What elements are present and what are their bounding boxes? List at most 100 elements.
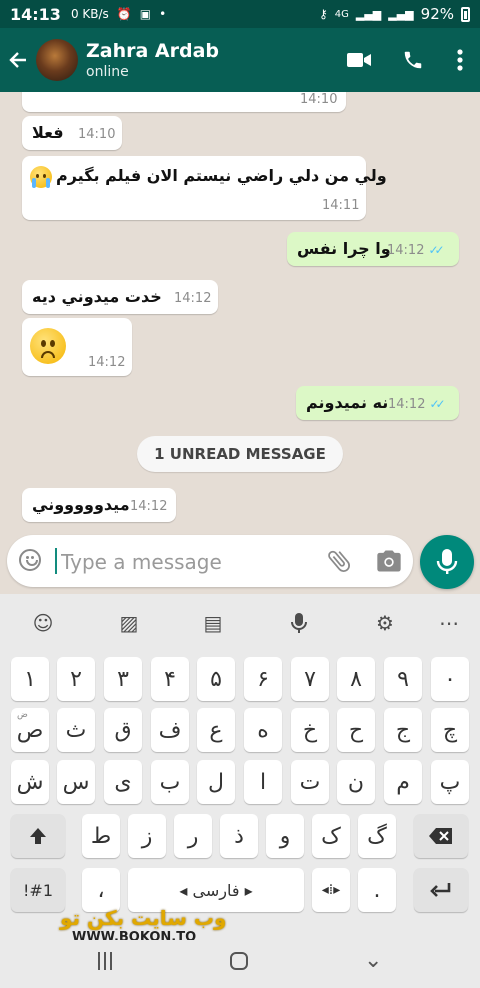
status-time: 14:13 <box>10 4 61 24</box>
avatar[interactable] <box>36 39 78 81</box>
battery-percent: 92% <box>420 5 454 23</box>
key-letter[interactable]: م <box>384 760 422 804</box>
camera-icon[interactable] <box>375 547 403 575</box>
key-letter[interactable]: چ <box>431 708 469 752</box>
key-digit[interactable]: ٧ <box>291 657 329 701</box>
key-letter[interactable]: ل <box>197 760 235 804</box>
unread-divider: 1 UNREAD MESSAGE <box>137 436 343 472</box>
key-letter[interactable]: ه <box>244 708 282 752</box>
key-digit[interactable]: ٠ <box>431 657 469 701</box>
enter-key[interactable] <box>414 868 468 912</box>
frowning-face-icon <box>30 328 66 364</box>
key-letter[interactable]: خ <box>291 708 329 752</box>
key-letter[interactable]: ز <box>128 814 166 858</box>
key-digit[interactable]: ٢ <box>57 657 95 701</box>
backspace-key[interactable] <box>414 814 468 858</box>
message-incoming[interactable]: 14:12 <box>22 318 132 376</box>
key-letter[interactable]: ف <box>151 708 189 752</box>
shift-key[interactable] <box>11 814 65 858</box>
key-alt-char: ض <box>17 710 28 720</box>
key-digit[interactable]: ١ <box>11 657 49 701</box>
message-time-value: 14:12 <box>388 397 426 412</box>
cursor-key[interactable]: ◂⁞▸ <box>312 868 350 912</box>
key-letter[interactable]: ضص <box>11 708 49 752</box>
key-letter[interactable]: ج <box>384 708 422 752</box>
keyboard: ☺ ▨ ▤ ⚙ ⋯ ١ ٢ ٣ ۴ ۵ ۶ ٧ ٨ ٩ ٠ ضص ث ق ف ع… <box>0 594 480 940</box>
message-incoming[interactable]: ميدوووووني 14:12 <box>22 488 176 522</box>
status-bar: 14:13 0 KB/s ⏰ ▣ • ⚷ 4G ▂▄▆ ▂▄▆ 92% <box>0 0 480 28</box>
key-letter[interactable]: ط <box>82 814 120 858</box>
key-digit[interactable]: ۴ <box>151 657 189 701</box>
video-record-icon: ▣ <box>139 7 152 21</box>
key-letter[interactable]: ب <box>151 760 189 804</box>
key-letter[interactable]: ع <box>197 708 235 752</box>
message-time: 14:12 <box>174 291 212 306</box>
system-nav-bar: ⌄ <box>0 940 480 988</box>
message-incoming[interactable]: ولي من دلي راضي نيستم الان فيلم بگيرم 14… <box>22 156 387 220</box>
message-time: 14:12 <box>130 499 168 514</box>
keyboard-toolbar: ☺ ▨ ▤ ⚙ ⋯ <box>0 594 480 650</box>
contact-name: Zahra Ardab <box>86 40 220 62</box>
message-time: 14:12 <box>88 355 126 370</box>
key-letter[interactable]: ش <box>11 760 49 804</box>
sticker-icon[interactable]: ▨ <box>116 610 142 636</box>
home-icon[interactable] <box>230 952 248 970</box>
signal-icon-2: ▂▄▆ <box>388 7 414 21</box>
chat-header: Zahra Ardab online <box>0 28 480 92</box>
mic-button[interactable] <box>420 535 474 589</box>
message-outgoing[interactable]: نه نميدونم 14:12 ✓✓ <box>296 386 459 420</box>
key-letter[interactable]: ح <box>337 708 375 752</box>
keyboard-settings-icon[interactable]: ⚙ <box>372 610 398 636</box>
key-letter[interactable]: س <box>57 760 95 804</box>
chat-area[interactable]: 14:10 فعلا 14:10 ولي من دلي راضي نيستم ا… <box>0 92 480 593</box>
key-letter[interactable]: و <box>266 814 304 858</box>
message-text: ميدوووووني <box>32 495 130 514</box>
voice-input-icon[interactable] <box>286 610 312 636</box>
key-letter[interactable]: ق <box>104 708 142 752</box>
key-letter[interactable]: ی <box>104 760 142 804</box>
more-tools-icon[interactable]: ⋯ <box>436 610 462 636</box>
key-letter[interactable]: ر <box>174 814 212 858</box>
attach-icon[interactable] <box>325 547 353 575</box>
message-incoming[interactable]: خدت ميدوني ديه 14:12 <box>22 280 218 314</box>
watermark-title: وب سایت بکن تو <box>60 906 227 930</box>
key-letter[interactable]: ا <box>244 760 282 804</box>
key-letter[interactable]: ک <box>312 814 350 858</box>
contact-status: online <box>86 64 129 80</box>
video-call-icon[interactable] <box>332 28 386 92</box>
back-arrow-icon[interactable] <box>0 28 36 92</box>
emoji-icon[interactable] <box>19 549 41 571</box>
key-letter[interactable]: ت <box>291 760 329 804</box>
key-digit[interactable]: ۶ <box>244 657 282 701</box>
message-time-value: 14:12 <box>387 243 425 258</box>
clipboard-icon[interactable]: ▤ <box>200 610 226 636</box>
key-letter[interactable]: ذ <box>220 814 258 858</box>
network-type: 4G <box>334 8 349 20</box>
message-outgoing[interactable]: وا چرا نفس 14:12 ✓✓ <box>287 232 459 266</box>
message-time: 14:12 ✓✓ <box>388 397 446 412</box>
nav-back-icon[interactable]: ⌄ <box>364 948 382 973</box>
more-options-icon[interactable] <box>440 28 480 92</box>
key-digit[interactable]: ۵ <box>197 657 235 701</box>
key-digit[interactable]: ٩ <box>384 657 422 701</box>
message-incoming[interactable]: 14:10 <box>22 92 346 112</box>
status-left-icons: 0 KB/s ⏰ ▣ • <box>71 7 166 21</box>
period-key[interactable]: . <box>358 868 396 912</box>
emoji-keyboard-icon[interactable]: ☺ <box>30 610 56 636</box>
key-icon: ⚷ <box>318 7 328 21</box>
key-digit[interactable]: ٨ <box>337 657 375 701</box>
message-incoming[interactable]: فعلا 14:10 <box>22 116 122 150</box>
key-letter[interactable]: گ <box>358 814 396 858</box>
read-ticks-icon: ✓✓ <box>429 397 445 411</box>
voice-call-icon[interactable] <box>386 28 440 92</box>
contact-info[interactable]: Zahra Ardab online <box>86 40 332 80</box>
message-composer <box>7 535 413 587</box>
key-digit[interactable]: ٣ <box>104 657 142 701</box>
message-input[interactable] <box>59 544 313 580</box>
key-letter[interactable]: ث <box>57 708 95 752</box>
symbols-key[interactable]: !#1 <box>11 868 65 912</box>
key-letter[interactable]: پ <box>431 760 469 804</box>
key-letter[interactable]: ن <box>337 760 375 804</box>
text-caret <box>55 548 57 574</box>
recent-apps-icon[interactable] <box>96 952 114 970</box>
